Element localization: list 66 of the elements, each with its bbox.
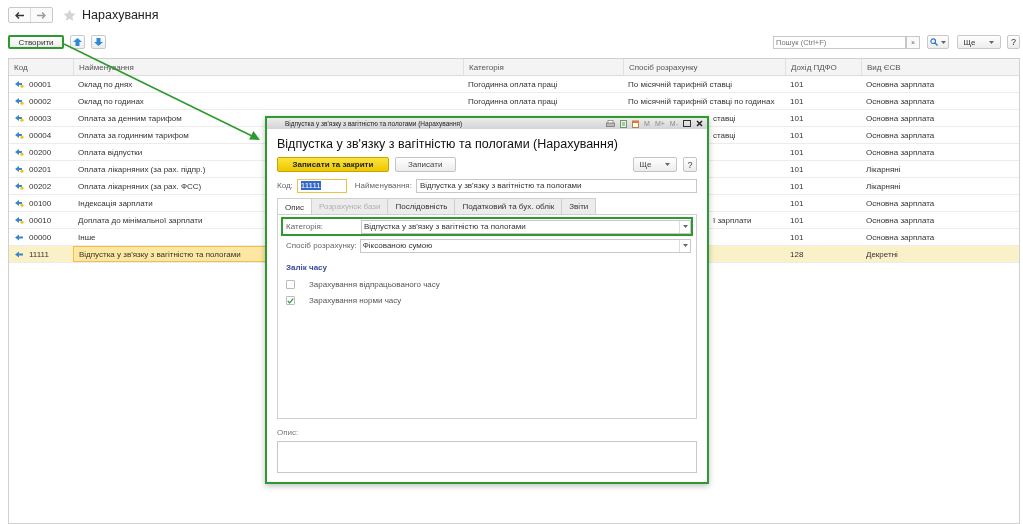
table-cell: Погодинна оплата праці bbox=[468, 96, 558, 106]
column-header: Дохід ПДФО bbox=[785, 59, 861, 75]
column-header: Вид ЄСВ bbox=[861, 59, 1019, 75]
table-cell: Декретні bbox=[866, 249, 898, 259]
table-cell: 101 bbox=[790, 164, 804, 174]
table-cell: 00202 bbox=[29, 181, 52, 191]
checkbox-label: Зарахування відпрацьованого часу bbox=[309, 280, 440, 289]
table-cell: Оклад по годинах bbox=[78, 96, 144, 106]
table-cell: 101 bbox=[790, 198, 804, 208]
table-cell: 101 bbox=[790, 96, 804, 106]
table-cell: Індексація зарплати bbox=[78, 198, 153, 208]
form-title: Відпустка у зв'язку з вагітністю та пологами (Нарахування) bbox=[277, 137, 619, 151]
table-cell: Лікарняні bbox=[866, 164, 901, 174]
page-title: Нарахування bbox=[82, 8, 159, 22]
table-cell: Оплата за денним тарифом bbox=[78, 113, 182, 123]
table-cell: 101 bbox=[790, 147, 804, 157]
table-cell: Відпустка у зв'язку з вагітністю та пологами bbox=[79, 249, 241, 259]
table-cell: 101 bbox=[790, 215, 804, 225]
table-cell: Оплата лікарняних (за рах. підпр.) bbox=[78, 164, 206, 174]
column-header: Спосіб розрахунку bbox=[623, 59, 785, 75]
table-cell: 00010 bbox=[29, 215, 52, 225]
table-cell: 00201 bbox=[29, 164, 52, 174]
table-cell: 101 bbox=[790, 113, 804, 123]
table-cell: Основна зарплата bbox=[866, 79, 935, 89]
table-cell: 00001 bbox=[29, 79, 52, 89]
field-label: Опис: bbox=[277, 428, 299, 437]
table-cell: Основна зарплата bbox=[866, 96, 935, 106]
column-header: Категорія bbox=[463, 59, 623, 75]
column-header: Код bbox=[13, 61, 29, 74]
field-label: Категорія: bbox=[286, 222, 324, 231]
table-cell: Основна зарплата bbox=[866, 113, 935, 123]
table-cell: Основна зарплата bbox=[866, 130, 935, 140]
table-cell: 00000 bbox=[29, 232, 52, 242]
field-label: Найменування: bbox=[354, 181, 412, 190]
table-cell: Оплата за годинним тарифом bbox=[78, 130, 189, 140]
table-cell: По місячній тарифній ставці bbox=[628, 79, 733, 89]
table-cell: 101 bbox=[790, 79, 804, 89]
table-cell: 00200 bbox=[29, 147, 52, 157]
table-cell: По місячній тарифній ставці по годинах bbox=[628, 96, 775, 106]
table-cell: ставці bbox=[713, 113, 736, 123]
table-cell: 101 bbox=[790, 181, 804, 191]
table-cell: 00002 bbox=[29, 96, 52, 106]
table-cell: Доплата до мінімальної зарплати bbox=[78, 215, 203, 225]
field-label: Код: bbox=[277, 181, 293, 190]
table-cell: Оплата відпустки bbox=[78, 147, 143, 157]
checkbox-label: Зарахування норми часу bbox=[309, 296, 402, 305]
table-cell: Оплата лікарняних (за рах. ФСС) bbox=[78, 181, 202, 191]
table-cell: 11111 bbox=[29, 249, 49, 259]
table-cell: 00003 bbox=[29, 113, 52, 123]
table-cell: 00100 bbox=[29, 198, 52, 208]
table-cell: Основна зарплата bbox=[866, 232, 935, 242]
table-cell: ставці bbox=[713, 130, 736, 140]
table-cell: 00004 bbox=[29, 130, 52, 140]
table-cell: Лікарняні bbox=[866, 181, 901, 191]
field-label: Спосіб розрахунку: bbox=[286, 241, 357, 250]
table-cell: Основна зарплата bbox=[866, 198, 935, 208]
table-cell: 101 bbox=[790, 130, 804, 140]
table-cell: ї зарплати bbox=[713, 215, 752, 225]
table-cell: 101 bbox=[790, 232, 804, 242]
table-cell: Основна зарплата bbox=[866, 215, 935, 225]
table-cell: Основна зарплата bbox=[866, 147, 935, 157]
table-cell: Інше bbox=[78, 232, 96, 242]
table-cell: Оклад по днях bbox=[78, 79, 133, 89]
table-cell: Погодинна оплата праці bbox=[468, 79, 558, 89]
section-heading: Залік часу bbox=[286, 263, 327, 272]
table-cell: 128 bbox=[790, 249, 804, 259]
